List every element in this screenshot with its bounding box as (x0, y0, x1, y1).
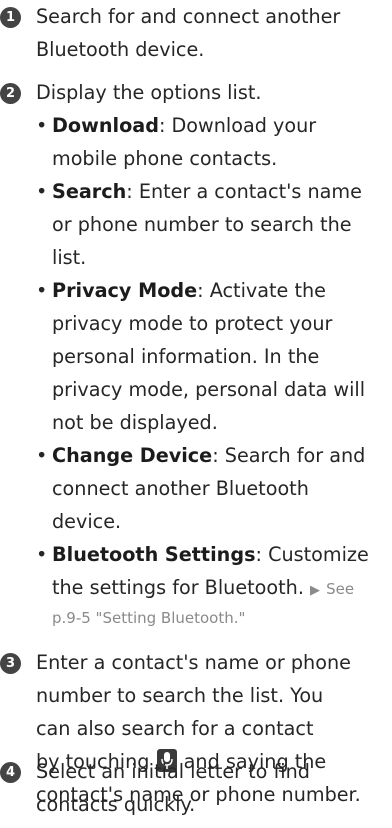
bullet: • (36, 543, 48, 566)
step-1-line-2: Bluetooth device. (36, 38, 205, 61)
option-term: Bluetooth Settings (52, 543, 256, 566)
option-desc: privacy mode to protect your (52, 312, 333, 335)
step-3-line-1: Enter a contact's name or phone (36, 651, 351, 674)
see-reference: p.9-5 "Setting Bluetooth." (52, 609, 246, 627)
option-desc: : Search for and (212, 444, 366, 467)
option-desc: privacy mode, personal data will (52, 378, 366, 401)
step-number-2: 2 (0, 83, 21, 104)
option-desc: the settings for Bluetooth. (52, 576, 304, 599)
bullet: • (36, 180, 48, 203)
option-desc: list. (52, 246, 87, 269)
step-4-line-1: Select an initial letter to find (36, 760, 310, 783)
option-desc: mobile phone contacts. (52, 147, 278, 170)
see-arrow-icon: ▶ (310, 583, 321, 598)
manual-page: 1 Search for and connect another Bluetoo… (0, 0, 392, 828)
option-desc: : Enter a contact's name (126, 180, 362, 203)
option-desc: : Activate the (197, 279, 326, 302)
step-1-line-1: Search for and connect another (36, 5, 341, 28)
step-3-line-2: number to search the list. You (36, 684, 324, 707)
step-number-1: 1 (0, 7, 21, 28)
option-desc: connect another Bluetooth (52, 477, 309, 500)
option-desc: not be displayed. (52, 411, 218, 434)
option-desc: device. (52, 510, 122, 533)
step-number-4: 4 (0, 762, 21, 783)
step-4-line-2: contacts quickly. (36, 793, 196, 816)
option-term: Change Device (52, 444, 213, 467)
step-number-3: 3 (0, 653, 21, 674)
option-term: Privacy Mode (52, 279, 198, 302)
option-desc: : Download your (158, 114, 317, 137)
bullet: • (36, 114, 48, 137)
option-term: Download (52, 114, 159, 137)
step-2-line-1: Display the options list. (36, 81, 262, 104)
option-desc: or phone number to search the (52, 213, 352, 236)
see-label: See (326, 580, 355, 598)
bullet: • (36, 279, 48, 302)
step-3-line-3: can also search for a contact (36, 717, 314, 740)
option-desc: : Customize (255, 543, 369, 566)
option-desc: personal information. In the (52, 345, 320, 368)
option-term: Search (52, 180, 127, 203)
bullet: • (36, 444, 48, 467)
